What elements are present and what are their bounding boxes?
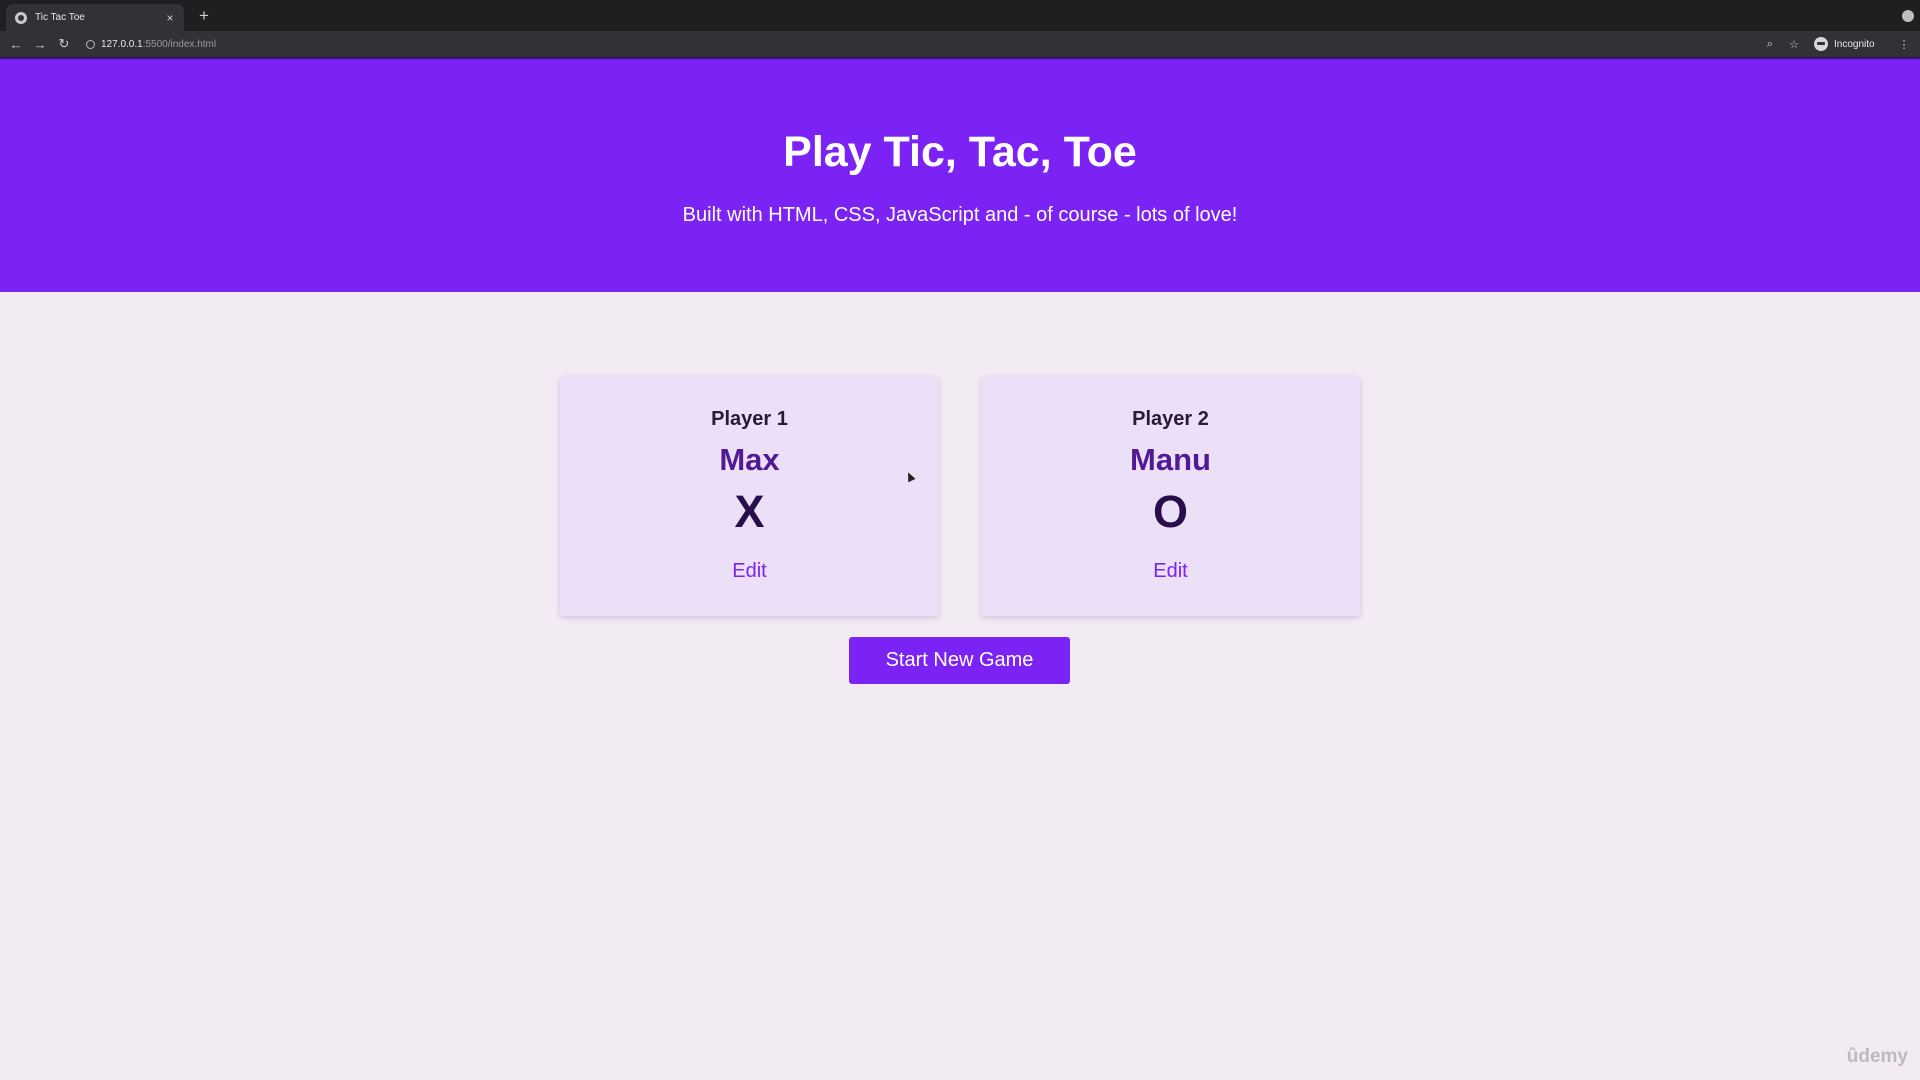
globe-icon	[15, 11, 27, 24]
bookmark-star-icon[interactable]: ☆	[1786, 36, 1802, 52]
player-name: Max	[719, 442, 780, 477]
browser-toolbar: ← → ↻ 127.0.0.1 :5500/index.html ⌕ ☆ Inc…	[0, 31, 1920, 57]
url-host: 127.0.0.1	[101, 38, 143, 50]
edit-player-2-button[interactable]: Edit	[1145, 556, 1195, 587]
player-label: Player 1	[711, 408, 788, 430]
incognito-profile[interactable]: Incognito	[1814, 35, 1875, 53]
url-path: :5500/index.html	[142, 38, 217, 50]
udemy-watermark: ûdemy	[1846, 1046, 1908, 1067]
address-bar[interactable]: 127.0.0.1 :5500/index.html	[86, 34, 1786, 54]
player-configuration: Player 1 Max X Edit Player 2 Manu O Edit	[560, 376, 1360, 616]
edit-player-1-button[interactable]: Edit	[724, 556, 774, 587]
new-tab-button[interactable]: +	[194, 6, 214, 26]
close-icon[interactable]: ×	[162, 10, 178, 26]
page-subtitle: Built with HTML, CSS, JavaScript and - o…	[682, 204, 1238, 226]
zoom-icon[interactable]: ⌕	[1762, 36, 1778, 52]
reload-icon[interactable]: ↻	[55, 35, 73, 53]
page-title: Play Tic, Tac, Toe	[783, 128, 1137, 176]
browser-menu-icon[interactable]: ⋮	[1896, 36, 1912, 52]
forward-icon[interactable]: →	[31, 35, 49, 53]
player-name: Manu	[1130, 442, 1211, 477]
browser-window: Tic Tac Toe × + ← → ↻ 127.0.0.1 :5500/in…	[0, 0, 1920, 1080]
incognito-icon	[1814, 37, 1828, 51]
player-card-2: Player 2 Manu O Edit	[981, 376, 1360, 616]
page-header: Play Tic, Tac, Toe Built with HTML, CSS,…	[0, 60, 1920, 292]
info-icon[interactable]	[86, 39, 95, 49]
player-symbol: X	[734, 486, 765, 537]
window-control-icon[interactable]	[1902, 10, 1914, 22]
browser-tab[interactable]: Tic Tac Toe ×	[6, 4, 184, 31]
tab-strip: Tic Tac Toe × +	[0, 0, 1920, 31]
back-icon[interactable]: ←	[7, 35, 25, 53]
profile-label: Incognito	[1834, 38, 1875, 50]
player-label: Player 2	[1132, 408, 1209, 430]
tab-title: Tic Tac Toe	[35, 12, 85, 23]
player-card-1: Player 1 Max X Edit	[560, 376, 939, 616]
start-new-game-button[interactable]: Start New Game	[849, 637, 1070, 684]
player-symbol: O	[1152, 486, 1188, 537]
